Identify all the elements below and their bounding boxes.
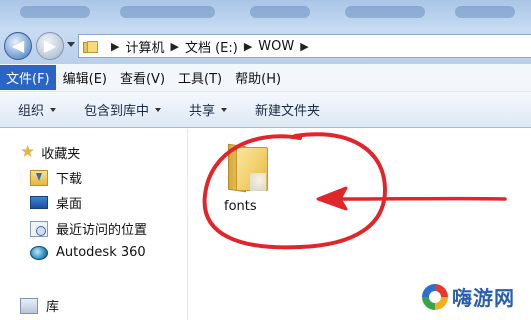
breadcrumb-computer[interactable]: 计算机 [125,37,164,56]
nav-library[interactable]: 库 [20,296,59,315]
autodesk-360-icon [30,245,48,260]
blurred-title-segment [345,6,425,18]
recent-places-icon [30,220,48,237]
new-folder-button[interactable]: 新建文件夹 [241,97,334,123]
nav-item-autodesk-360[interactable]: Autodesk 360 [30,245,146,260]
include-in-library-button[interactable]: 包含到库中 [70,97,175,123]
share-button[interactable]: 共享 [175,97,241,123]
organize-button[interactable]: 组织 [0,97,70,123]
library-icon [20,297,38,314]
arrow-left-icon: ◀ [11,36,25,55]
folder-icon [83,40,99,53]
star-icon: ★ [20,142,36,162]
site-watermark: 嗨游网 [422,282,515,311]
download-folder-icon [30,169,48,186]
nav-library-label: 库 [46,300,60,315]
menu-edit[interactable]: 编辑(E) [57,65,113,90]
menu-tools[interactable]: 工具(T) [172,65,228,90]
nav-item-downloads[interactable]: 下载 [30,168,82,187]
chevron-down-icon [221,107,228,112]
menu-view[interactable]: 查看(V) [114,65,171,90]
blurred-title-segment [250,6,310,18]
arrow-right-icon: ▶ [43,36,57,55]
address-row: ◀ ▶ ▶ 计算机 ▶ 文档 (E:) ▶ WOW ▶ [0,28,531,64]
breadcrumb-drive[interactable]: 文档 (E:) [185,37,238,56]
nav-item-label: 桌面 [56,197,83,212]
folder-icon[interactable] [226,143,270,193]
menu-help[interactable]: 帮助(H) [229,65,287,90]
breadcrumb-chevron-icon[interactable]: ▶ [170,40,178,53]
navigation-pane: ★ 收藏夹 下载 桌面 最近访问的位置 Autodesk 360 库 [0,129,188,320]
nav-item-desktop[interactable]: 桌面 [30,193,82,212]
breadcrumb-folder[interactable]: WOW [258,39,294,54]
chevron-down-icon [155,107,162,112]
breadcrumb-chevron-icon[interactable]: ▶ [244,40,252,53]
new-folder-label: 新建文件夹 [255,104,321,119]
back-button[interactable]: ◀ [4,32,32,60]
chevron-down-icon [50,107,57,112]
share-label: 共享 [189,104,216,119]
forward-button[interactable]: ▶ [36,32,64,60]
history-dropdown-icon[interactable] [67,42,75,47]
blurred-title-segment [120,6,215,18]
nav-favorites-label: 收藏夹 [41,147,81,162]
blurred-title-segment [20,6,90,18]
nav-item-label: 下载 [56,172,83,187]
nav-item-recent-places[interactable]: 最近访问的位置 [30,219,147,238]
address-bar[interactable]: ▶ 计算机 ▶ 文档 (E:) ▶ WOW ▶ [78,34,531,58]
include-in-library-label: 包含到库中 [84,104,150,119]
watermark-text: 嗨游网 [452,286,515,310]
watermark-logo-icon [422,283,448,310]
nav-item-label: Autodesk 360 [56,245,146,260]
folder-name-label[interactable]: fonts [224,199,257,214]
menu-bar: 文件(F) 编辑(E) 查看(V) 工具(T) 帮助(H) [0,64,531,92]
desktop-icon [30,196,48,209]
breadcrumb-chevron-icon[interactable]: ▶ [300,40,308,53]
nav-item-label: 最近访问的位置 [56,223,148,238]
blurred-title-segment [455,6,515,18]
command-toolbar: 组织 包含到库中 共享 新建文件夹 [0,92,531,128]
menu-file[interactable]: 文件(F) [0,65,56,90]
organize-label: 组织 [18,104,45,119]
nav-favorites[interactable]: ★ 收藏夹 [20,142,81,163]
breadcrumb-chevron-icon[interactable]: ▶ [111,40,119,53]
window-title-bar [0,0,531,30]
